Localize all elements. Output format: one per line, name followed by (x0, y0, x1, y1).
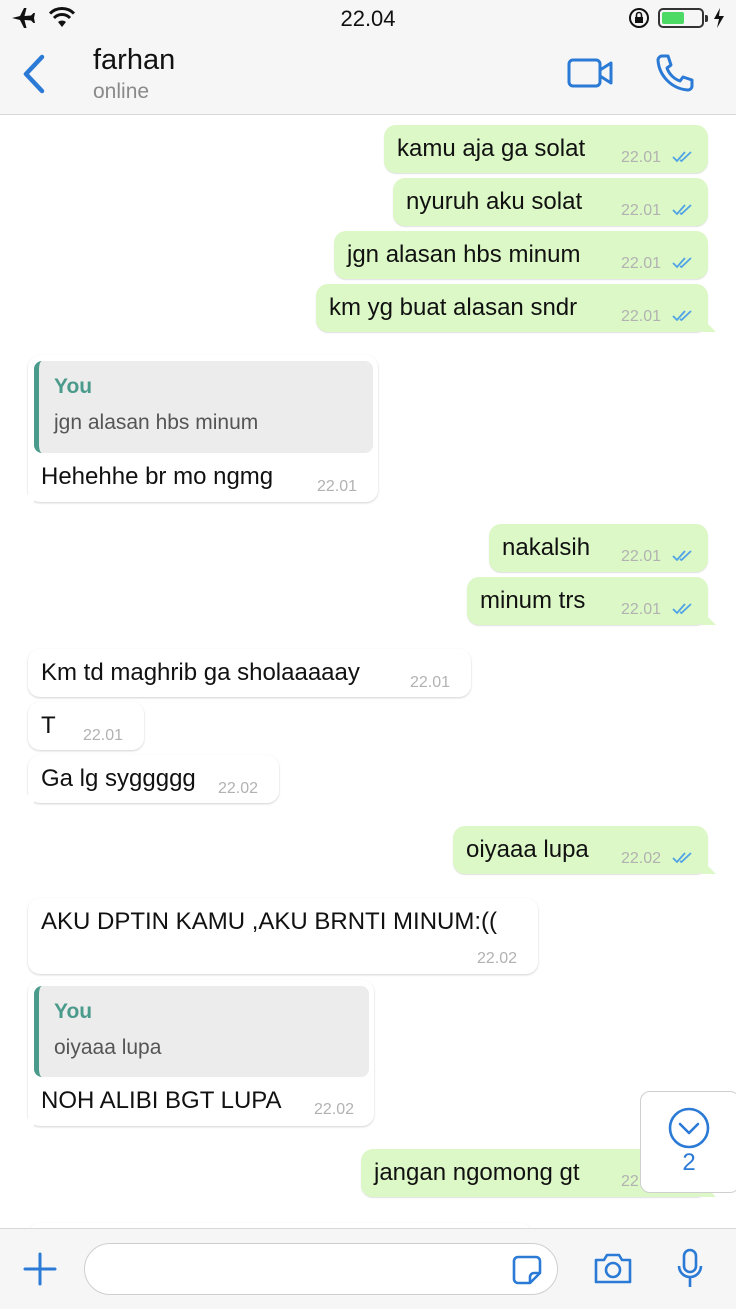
double-check-icon (672, 257, 692, 269)
message-time: 22.01 (621, 149, 662, 166)
message-outgoing[interactable]: nakalsih 22.01 (489, 524, 708, 572)
double-check-icon (672, 204, 692, 216)
message-time: 22.01 (621, 255, 662, 272)
message-text: nakalsih (502, 534, 591, 561)
double-check-icon (672, 852, 692, 864)
bubble-tail (702, 860, 716, 874)
message-text: Ga lg syggggg (41, 765, 196, 792)
status-right (628, 7, 726, 29)
message-text: NOH ALIBI BGT LUPA (41, 1087, 282, 1114)
message-text: oiyaaa lupa (466, 836, 589, 863)
bubble-tail (20, 789, 34, 803)
message-time: 22.01 (83, 727, 124, 744)
charging-icon (714, 8, 724, 28)
double-check-icon (672, 550, 692, 562)
message-incoming[interactable]: T 22.01 (28, 702, 144, 750)
message-incoming-reply[interactable]: You oiyaaa lupa NOH ALIBI BGT LUPA 22.02 (20, 980, 374, 1126)
message-time: 22.02 (477, 950, 518, 967)
chevron-down-circle-icon (668, 1107, 710, 1149)
chat-header: farhan online (0, 38, 736, 115)
quoted-message[interactable]: You jgn alasan hbs minum (34, 361, 373, 453)
message-text: Km td maghrib ga sholaaaaay (41, 659, 360, 686)
microphone-icon[interactable] (674, 1247, 706, 1291)
message-time: 22.01 (621, 601, 662, 618)
message-time: 22.02 (218, 780, 259, 797)
message-incoming[interactable]: AKU DPTIN KAMU ,AKU BRNTI MINUM:(( 22.02 (28, 898, 538, 974)
message-time: 22 (621, 1173, 639, 1190)
message-text: nyuruh aku solat (406, 188, 583, 215)
quote-text: oiyaaa lupa (54, 1036, 162, 1059)
message-incoming-reply[interactable]: You jgn alasan hbs minum Hehehhe br mo n… (20, 355, 378, 502)
message-outgoing[interactable]: minum trs 22.01 (467, 577, 716, 625)
bubble-tail (702, 318, 716, 332)
message-text: km yg buat alasan sndr (329, 294, 578, 321)
bubble-tail (20, 488, 34, 502)
message-outgoing[interactable]: jgn alasan hbs minum 22.01 (334, 231, 708, 279)
message-outgoing[interactable]: nyuruh aku solat 22.01 (393, 178, 708, 226)
chat-area[interactable]: kamu aja ga solat 22.01 nyuruh aku solat… (0, 115, 736, 1228)
message-text: Hehehhe br mo ngmg (41, 463, 274, 490)
message-incoming[interactable]: Km td maghrib ga sholaaaaay 22.01 (28, 649, 471, 697)
double-check-icon (672, 310, 692, 322)
quote-text: jgn alasan hbs minum (54, 411, 259, 434)
unread-count: 2 (682, 1149, 696, 1176)
message-time: 22.01 (317, 478, 358, 495)
status-time: 22.04 (340, 6, 396, 31)
double-check-icon (672, 603, 692, 615)
message-text: jangan ngomong gt (374, 1159, 580, 1186)
quote-author: You (54, 1000, 93, 1023)
contact-status: online (93, 80, 150, 103)
message-incoming[interactable]: Ga lg syggggg 22.02 (20, 755, 279, 803)
status-bar: 22.04 (0, 0, 736, 38)
message-text: AKU DPTIN KAMU ,AKU BRNTI MINUM:(( (41, 908, 498, 935)
message-input[interactable] (84, 1243, 558, 1295)
battery-icon (658, 8, 708, 28)
message-outgoing[interactable]: oiyaaa lupa 22.02 (453, 826, 716, 874)
video-call-icon[interactable] (566, 56, 614, 92)
message-time: 22.01 (621, 202, 662, 219)
phone-call-icon[interactable] (654, 52, 696, 94)
message-time: 22.01 (621, 308, 662, 325)
scroll-to-bottom-button[interactable]: 2 (640, 1091, 736, 1193)
bubble-tail (702, 611, 716, 625)
composer-bar (0, 1228, 736, 1309)
message-text: kamu aja ga solat (397, 135, 586, 162)
plus-icon[interactable] (22, 1251, 58, 1287)
message-time: 22.02 (621, 850, 662, 867)
message-time: 22.01 (410, 674, 451, 691)
message-time: 22.01 (621, 548, 662, 565)
message-text: minum trs (480, 587, 586, 614)
sticker-icon[interactable] (510, 1253, 544, 1287)
message-time: 22.02 (314, 1101, 355, 1118)
rotation-lock-icon (629, 8, 649, 28)
double-check-icon (672, 151, 692, 163)
message-outgoing[interactable]: kamu aja ga solat 22.01 (384, 125, 708, 173)
message-text: jgn alasan hbs minum (347, 241, 581, 268)
quoted-message[interactable]: You oiyaaa lupa (34, 986, 369, 1077)
message-text: T (41, 712, 56, 739)
camera-icon[interactable] (593, 1251, 633, 1285)
quote-author: You (54, 375, 93, 398)
bubble-tail (20, 1112, 34, 1126)
contact-name[interactable]: farhan (93, 44, 175, 77)
message-outgoing[interactable]: km yg buat alasan sndr 22.01 (316, 284, 716, 332)
back-chevron-icon[interactable] (18, 52, 48, 96)
